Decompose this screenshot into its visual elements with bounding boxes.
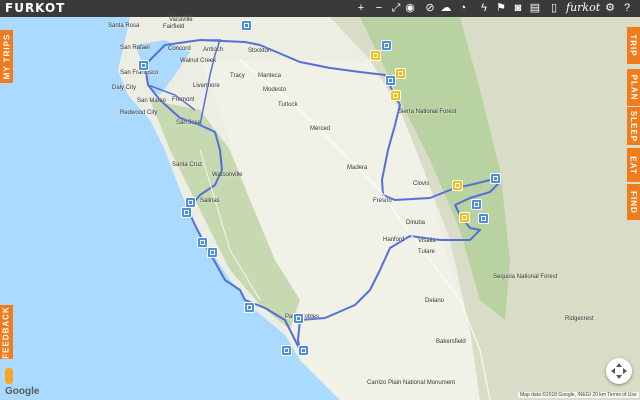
stop-marker[interactable] [138, 60, 149, 71]
help-icon[interactable]: ? [620, 1, 634, 15]
poi-marker[interactable] [370, 50, 381, 61]
tab-my-trips[interactable]: MY TRIPS [0, 30, 13, 83]
app-logo: FURKOT [5, 1, 66, 15]
tab-trip[interactable]: TRIP [627, 27, 640, 64]
city-label: Carrizo Plain National Monument [367, 380, 456, 386]
stop-marker[interactable] [197, 237, 208, 248]
city-label: Sequoia National Forest [493, 274, 558, 280]
flag-icon[interactable]: ⚑ [494, 1, 508, 15]
city-label: Stockton [248, 48, 272, 54]
city-label: Tracy [230, 73, 245, 79]
city-label: Merced [310, 126, 331, 132]
gear-icon[interactable]: ⚙ [603, 1, 617, 15]
city-label: Walnut Creek [180, 58, 217, 64]
city-label: Modesto [263, 87, 287, 93]
city-label: Hanford [383, 237, 405, 243]
layers-icon[interactable]: ▤ [528, 1, 542, 15]
bolt-icon[interactable]: ϟ [477, 1, 491, 15]
city-label: Tulare [418, 249, 435, 255]
fullscreen-icon[interactable]: ⤢ [389, 1, 403, 15]
stop-marker[interactable] [181, 207, 192, 218]
stop-marker[interactable] [298, 345, 309, 356]
target-icon[interactable]: ◉ [403, 1, 417, 15]
tab-sleep[interactable]: SLEEP [627, 107, 640, 145]
city-label: San Rafael [120, 45, 150, 51]
city-label: Dinuba [406, 220, 426, 226]
map-attribution: Map data ©2018 Google, INEGI 20 km Terms… [518, 392, 639, 398]
city-label: Manteca [258, 73, 282, 79]
pegman-icon[interactable] [5, 368, 13, 384]
city-label: Santa Rosa [108, 23, 140, 29]
tab-plan[interactable]: PLAN [627, 69, 640, 106]
poi-marker[interactable] [459, 212, 470, 223]
brand-link[interactable]: furkot [566, 1, 600, 14]
top-toolbar: FURKOT + − ⤢ ◉ ⊘ ☁ ◔ ϟ ⚑ ◙ ▤ ▯ furkot ⚙ … [0, 0, 640, 17]
poi-marker[interactable] [390, 90, 401, 101]
city-label: Bakersfield [436, 339, 466, 345]
city-label: San Mateo [137, 98, 167, 104]
phone-icon[interactable]: ▯ [547, 1, 561, 15]
stop-marker[interactable] [490, 173, 501, 184]
city-label: Antioch [203, 47, 224, 53]
stop-marker[interactable] [293, 313, 304, 324]
city-label: San Jose [176, 120, 202, 126]
clock-icon[interactable]: ◔ [456, 1, 470, 15]
camera-icon[interactable]: ◙ [511, 1, 525, 15]
map-canvas[interactable] [0, 0, 640, 400]
poi-marker[interactable] [395, 68, 406, 79]
tab-feedback[interactable]: FEEDBACK [0, 305, 13, 359]
city-label: Visalia [418, 238, 436, 244]
stop-marker[interactable] [385, 75, 396, 86]
city-label: Salinas [200, 198, 220, 204]
tab-find[interactable]: FIND [627, 184, 640, 220]
zoom-in-icon[interactable]: + [354, 1, 368, 15]
stop-marker[interactable] [381, 40, 392, 51]
zoom-out-icon[interactable]: − [372, 1, 386, 15]
city-label: Turlock [278, 102, 298, 108]
stop-marker[interactable] [471, 199, 482, 210]
stop-marker[interactable] [281, 345, 292, 356]
city-label: Fairfield [163, 24, 185, 30]
city-label: Clovis [413, 181, 430, 187]
city-label: Fremont [172, 97, 195, 103]
stop-marker[interactable] [207, 247, 218, 258]
city-label: Delano [425, 298, 445, 304]
city-label: Madera [347, 165, 368, 171]
pan-control-icon[interactable] [606, 358, 632, 384]
city-label: Redwood City [120, 110, 158, 116]
google-logo: Google [5, 386, 40, 397]
city-label: Livermore [193, 83, 220, 89]
city-label: Daly City [112, 85, 137, 91]
stop-marker[interactable] [244, 302, 255, 313]
city-label: Ridgecrest [565, 316, 594, 322]
poi-marker[interactable] [452, 180, 463, 191]
city-label: Watsonville [212, 172, 243, 178]
city-label: Fresno [373, 198, 392, 204]
city-label: Sierra National Forest [398, 109, 457, 115]
no-entry-icon[interactable]: ⊘ [423, 1, 437, 15]
stop-marker[interactable] [478, 213, 489, 224]
tab-eat[interactable]: EAT [627, 148, 640, 182]
city-label: Vacaville [169, 17, 193, 23]
city-label: Concord [168, 46, 191, 52]
weather-icon[interactable]: ☁ [439, 1, 453, 15]
city-label: Santa Cruz [172, 162, 203, 168]
stop-marker[interactable] [241, 20, 252, 31]
